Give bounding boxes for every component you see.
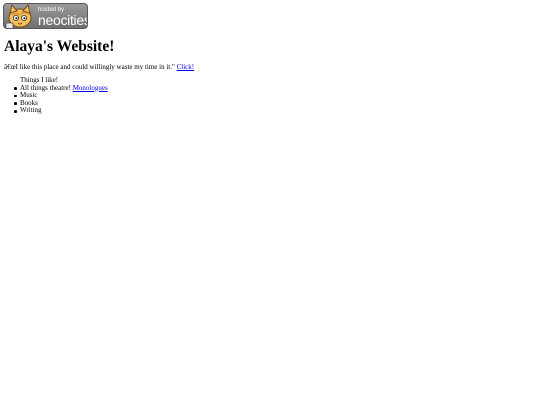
likes-list: All things theatre! Monologues Music Boo… (14, 84, 108, 115)
hosted-by-neocities-badge[interactable]: hosted by neocities (3, 3, 88, 29)
monologues-link[interactable]: Monologues (73, 84, 108, 92)
quote-paragraph: â€œI like this place and could willingly… (4, 62, 194, 72)
likes-section: Things I like! All things theatre! Monol… (14, 76, 108, 115)
click-link[interactable]: Click! (177, 63, 195, 71)
page-title: Alaya's Website! (4, 38, 115, 55)
badge-neocities-text: neocities (38, 12, 88, 28)
list-item-writing: Writing (14, 107, 108, 115)
neocities-cat-icon (5, 4, 32, 28)
quote-text: â€œI like this place and could willingly… (4, 63, 177, 71)
